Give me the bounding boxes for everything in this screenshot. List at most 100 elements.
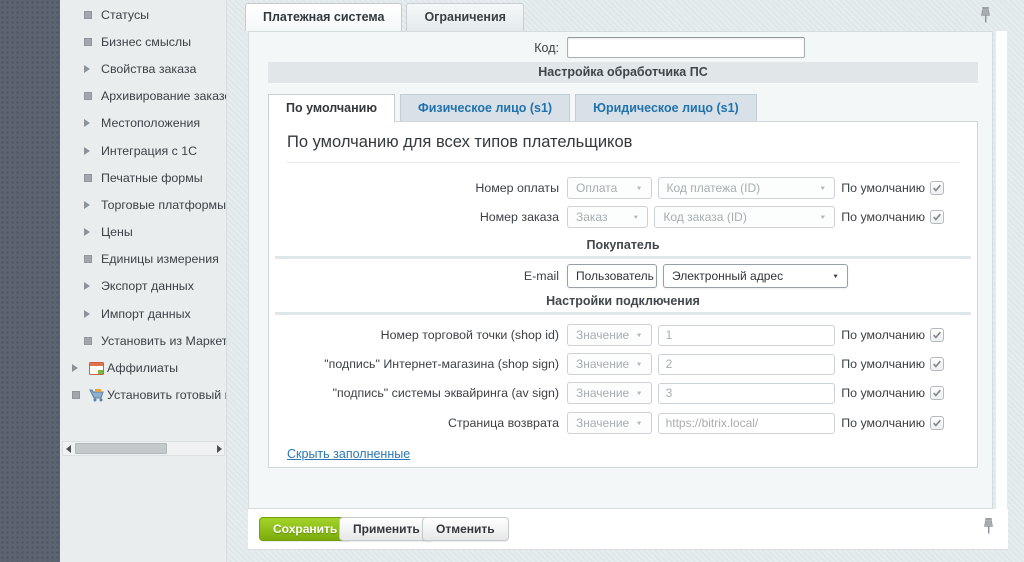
arrow-bullet-icon — [84, 310, 101, 318]
sidebar-item-prices[interactable]: Цены — [60, 219, 226, 246]
field-label: "подпись" Интернет-магазина (shop sign) — [287, 357, 559, 371]
payment-code-select[interactable]: Код платежа (ID) — [658, 177, 836, 199]
square-bullet-icon — [84, 255, 101, 263]
field-label: Страница возврата — [287, 416, 559, 430]
sidebar-item-affiliates[interactable]: Аффилиаты — [60, 354, 226, 381]
return-page-default-checkbox[interactable] — [930, 416, 944, 430]
order-code-select[interactable]: Код заказа (ID) — [654, 206, 835, 228]
save-button[interactable]: Сохранить — [259, 517, 351, 541]
tab-restrictions[interactable]: Ограничения — [406, 3, 524, 31]
subtab-default[interactable]: По умолчанию — [268, 94, 395, 122]
shop-id-type-select[interactable]: Значение — [567, 324, 652, 346]
sidebar-item-label: Импорт данных — [101, 307, 191, 321]
handler-section-header: Настройка обработчика ПС — [268, 62, 978, 83]
payment-default-checkbox[interactable] — [930, 181, 944, 195]
payer-type-tabs: По умолчанию Физическое лицо (s1) Юридич… — [268, 94, 757, 121]
sidebar-item-install-from-marketplace[interactable]: Установить из Маркетплейс — [60, 327, 226, 354]
sidebar-item-label: Интеграция с 1С — [101, 144, 197, 158]
code-field-label: Код: — [479, 41, 559, 55]
arrow-bullet-icon — [84, 282, 101, 290]
default-checkbox-label: По умолчанию — [841, 416, 925, 430]
scroll-left-arrow-icon[interactable] — [63, 442, 73, 455]
panel-pin-icon[interactable] — [979, 6, 993, 26]
sidebar-item-measurement-units[interactable]: Единицы измерения — [60, 246, 226, 273]
shop-sign-row: "подпись" Интернет-магазина (shop sign) … — [287, 352, 944, 376]
sidebar-item-label: Экспорт данных — [101, 279, 194, 293]
arrow-bullet-icon — [84, 65, 101, 73]
connection-section-heading: Настройки подключения — [269, 294, 977, 308]
square-bullet-icon — [84, 337, 101, 345]
square-bullet-icon — [84, 11, 101, 19]
shop-sign-default-checkbox[interactable] — [930, 357, 944, 371]
field-label: E-mail — [287, 269, 559, 283]
form-panel: Код: Настройка обработчика ПС По умолчан… — [248, 31, 993, 509]
default-checkbox-label: По умолчанию — [841, 181, 925, 195]
sidebar-item-business-meanings[interactable]: Бизнес смыслы — [60, 28, 226, 55]
email-source-select[interactable]: Пользователь — [567, 264, 657, 288]
footer-bar: Сохранить Применить Отменить — [248, 509, 1008, 550]
order-default-checkbox[interactable] — [930, 210, 944, 224]
sidebar-menu: Статусы Бизнес смыслы Свойства заказа Ар… — [60, 0, 227, 562]
form-title: По умолчанию для всех типов плательщиков — [287, 133, 632, 152]
order-type-select[interactable]: Заказ — [567, 206, 648, 228]
cancel-button[interactable]: Отменить — [422, 517, 509, 541]
sidebar-item-data-export[interactable]: Экспорт данных — [60, 273, 226, 300]
default-checkbox-label: По умолчанию — [841, 328, 925, 342]
shop-sign-type-select[interactable]: Значение — [567, 353, 652, 375]
scrollbar-thumb[interactable] — [75, 443, 167, 454]
field-label: Номер оплаты — [287, 181, 559, 195]
av-sign-type-select[interactable]: Значение — [567, 382, 652, 404]
sidebar-item-locations[interactable]: Местоположения — [60, 110, 226, 137]
sidebar-item-order-archiving[interactable]: Архивирование заказов — [60, 83, 226, 110]
default-settings-box: По умолчанию для всех типов плательщиков… — [268, 121, 978, 468]
content-scrollbar-track[interactable] — [995, 31, 1008, 550]
sidebar-item-order-properties[interactable]: Свойства заказа — [60, 55, 226, 82]
section-divider — [275, 256, 971, 259]
av-sign-input[interactable] — [658, 383, 836, 404]
arrow-bullet-icon — [72, 364, 89, 372]
tab-payment-system[interactable]: Платежная система — [245, 3, 402, 31]
sidebar-item-1c-integration[interactable]: Интеграция с 1С — [60, 137, 226, 164]
sidebar-item-data-import[interactable]: Импорт данных — [60, 300, 226, 327]
sidebar-item-install-ready-store[interactable]: Установить готовый магазин — [60, 382, 226, 409]
av-sign-default-checkbox[interactable] — [930, 386, 944, 400]
shop-sign-input[interactable] — [658, 354, 836, 375]
payment-type-select[interactable]: Оплата — [567, 177, 652, 199]
sidebar-item-label: Местоположения — [101, 116, 200, 130]
scroll-right-arrow-icon[interactable] — [214, 442, 224, 455]
sidebar-item-label: Статусы — [101, 8, 149, 22]
hide-filled-link[interactable]: Скрыть заполненные — [287, 447, 410, 461]
main-area: Платежная система Ограничения Код: Настр… — [227, 0, 1024, 562]
shop-id-input[interactable] — [658, 325, 836, 346]
sidebar-horizontal-scrollbar[interactable] — [62, 441, 225, 456]
email-field-select[interactable]: Электронный адрес — [663, 264, 848, 288]
buyer-section-heading: Покупатель — [269, 238, 977, 252]
code-input[interactable] — [567, 37, 805, 58]
sidebar-item-label: Установить из Маркетплейс — [101, 334, 226, 348]
payment-number-row: Номер оплаты Оплата Код платежа (ID) По … — [287, 176, 944, 200]
return-page-type-select[interactable]: Значение — [567, 412, 652, 434]
arrow-bullet-icon — [84, 119, 101, 127]
shop-id-row: Номер торговой точки (shop id) Значение … — [287, 323, 944, 347]
subtab-individual[interactable]: Физическое лицо (s1) — [400, 94, 570, 121]
apply-button[interactable]: Применить — [339, 517, 434, 541]
default-checkbox-label: По умолчанию — [841, 386, 925, 400]
sidebar-item-label: Аффилиаты — [107, 361, 178, 375]
return-page-input[interactable] — [658, 413, 836, 434]
field-label: Номер заказа — [287, 210, 559, 224]
subtab-legal-entity[interactable]: Юридическое лицо (s1) — [575, 94, 757, 121]
order-number-row: Номер заказа Заказ Код заказа (ID) По ум… — [287, 205, 944, 229]
shop-id-default-checkbox[interactable] — [930, 328, 944, 342]
arrow-bullet-icon — [84, 228, 101, 236]
sidebar-item-label: Печатные формы — [101, 171, 203, 185]
page-tabs: Платежная система Ограничения — [245, 3, 524, 31]
square-bullet-icon — [72, 391, 89, 399]
left-rail — [0, 0, 60, 562]
sidebar-item-trading-platforms[interactable]: Торговые платформы — [60, 191, 226, 218]
square-bullet-icon — [84, 38, 101, 46]
field-label: Номер торговой точки (shop id) — [287, 328, 559, 342]
footer-pin-icon[interactable] — [982, 517, 996, 537]
sidebar-item-print-forms[interactable]: Печатные формы — [60, 164, 226, 191]
default-checkbox-label: По умолчанию — [841, 357, 925, 371]
sidebar-item-statuses[interactable]: Статусы — [60, 1, 226, 28]
